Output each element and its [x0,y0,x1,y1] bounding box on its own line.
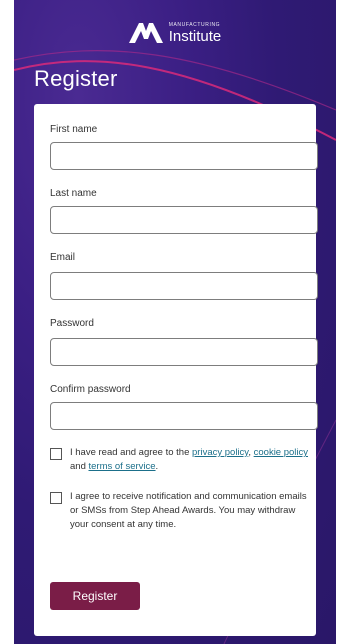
terms-of-service-link[interactable]: terms of service [89,461,156,472]
first-name-label: First name [50,124,98,135]
terms-consent-row: I have read and agree to the privacy pol… [50,446,310,474]
last-name-label: Last name [50,188,97,199]
brand-name-small: MANUFACTURING [168,21,221,28]
privacy-policy-link[interactable]: privacy policy [192,447,248,458]
confirm-password-label: Confirm password [50,384,131,395]
password-field[interactable] [50,338,318,366]
notifications-consent-row: I agree to receive notification and comm… [50,490,310,532]
notifications-consent-text: I agree to receive notification and comm… [70,491,307,530]
register-button[interactable]: Register [50,582,140,610]
cookie-policy-link[interactable]: cookie policy [254,447,308,458]
manufacturing-institute-logo-icon [128,23,163,43]
last-name-field[interactable] [50,206,318,234]
first-name-field[interactable] [50,142,318,170]
page-title: Register [34,66,118,91]
confirm-password-field[interactable] [50,402,318,430]
email-field[interactable] [50,272,318,300]
page-background: MANUFACTURING Institute Register First n… [14,0,336,644]
terms-consent-text: I have read and agree to the privacy pol… [70,447,309,472]
notifications-consent-checkbox[interactable] [50,492,62,504]
brand-name-big: Institute [168,27,222,45]
email-label: Email [50,252,76,263]
register-form-card: First name Last name Email Password Conf… [34,104,318,636]
brand-logo: MANUFACTURING Institute [14,20,336,46]
terms-consent-checkbox[interactable] [50,448,62,460]
password-label: Password [50,318,94,329]
